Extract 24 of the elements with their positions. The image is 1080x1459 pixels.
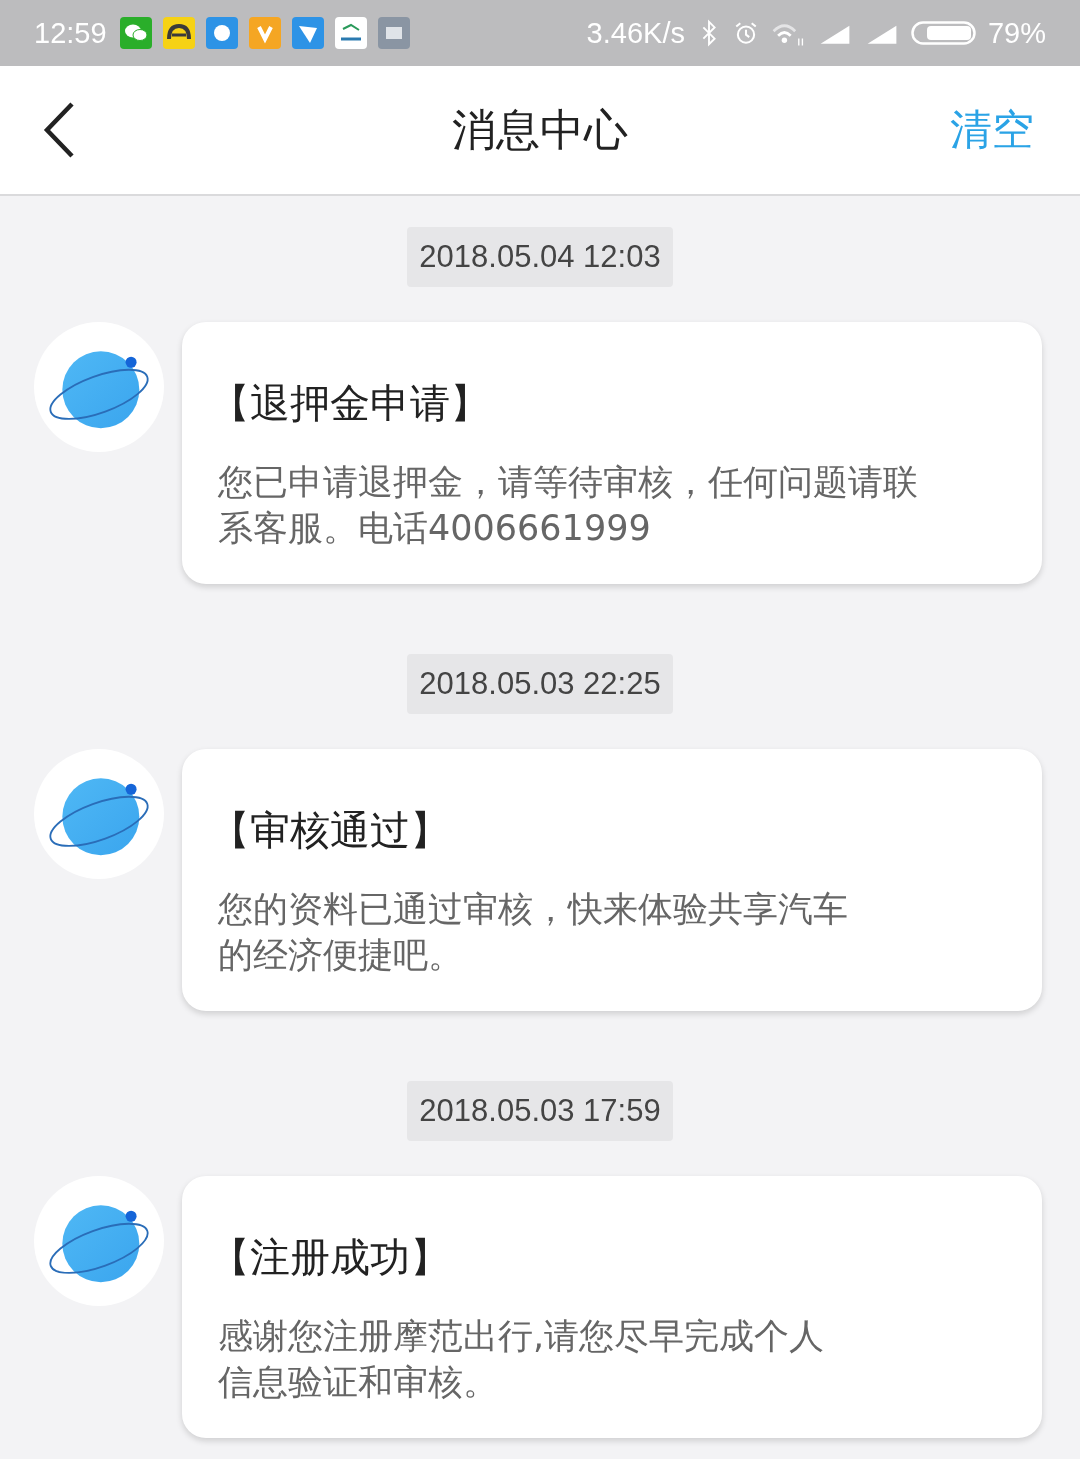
network-speed: 3.46K/s [586,16,685,50]
chat-app-icon [119,17,152,49]
message-timestamp: 2018.05.03 17:59 [407,1081,673,1141]
v-app-icon [248,17,281,49]
battery-icon [910,19,977,47]
message-text: 您的资料已通过审核，快来体验共享汽车 的经济便捷吧。 [218,888,849,977]
message-card[interactable]: 【注册成功】 感谢您注册摩范出行,请您尽早完成个人 信息验证和审核。 [182,1176,1042,1438]
back-icon [42,100,76,160]
planet-app-icon [205,17,238,49]
message-timestamp: 2018.05.04 12:03 [407,227,673,287]
back-button[interactable] [42,100,76,160]
message-title: 【退押金申请】 [210,379,491,428]
message-title: 【审核通过】 [210,806,451,855]
message-title: 【注册成功】 [210,1233,451,1282]
message-text: 您已申请退押金，请等待审核，任何问题请联 系客服。电话4006661999 [218,461,919,550]
document-app-icon [377,17,410,49]
message-card[interactable]: 【退押金申请】 您已申请退押金，请等待审核，任何问题请联 系客服。电话4006661999 [182,322,1042,584]
message-card[interactable]: 【审核通过】 您的资料已通过审核，快来体验共享汽车 的经济便捷吧。 [182,749,1042,1011]
status-time: 12:59 [34,16,107,50]
message-timestamp: 2018.05.03 22:25 [407,654,673,714]
battery-level: 79% [987,16,1046,50]
page-title: 消息中心 [452,102,628,157]
steering-wheel-app-icon [162,17,195,49]
message-text: 感谢您注册摩范出行,请您尽早完成个人 信息验证和审核。 [218,1315,826,1404]
